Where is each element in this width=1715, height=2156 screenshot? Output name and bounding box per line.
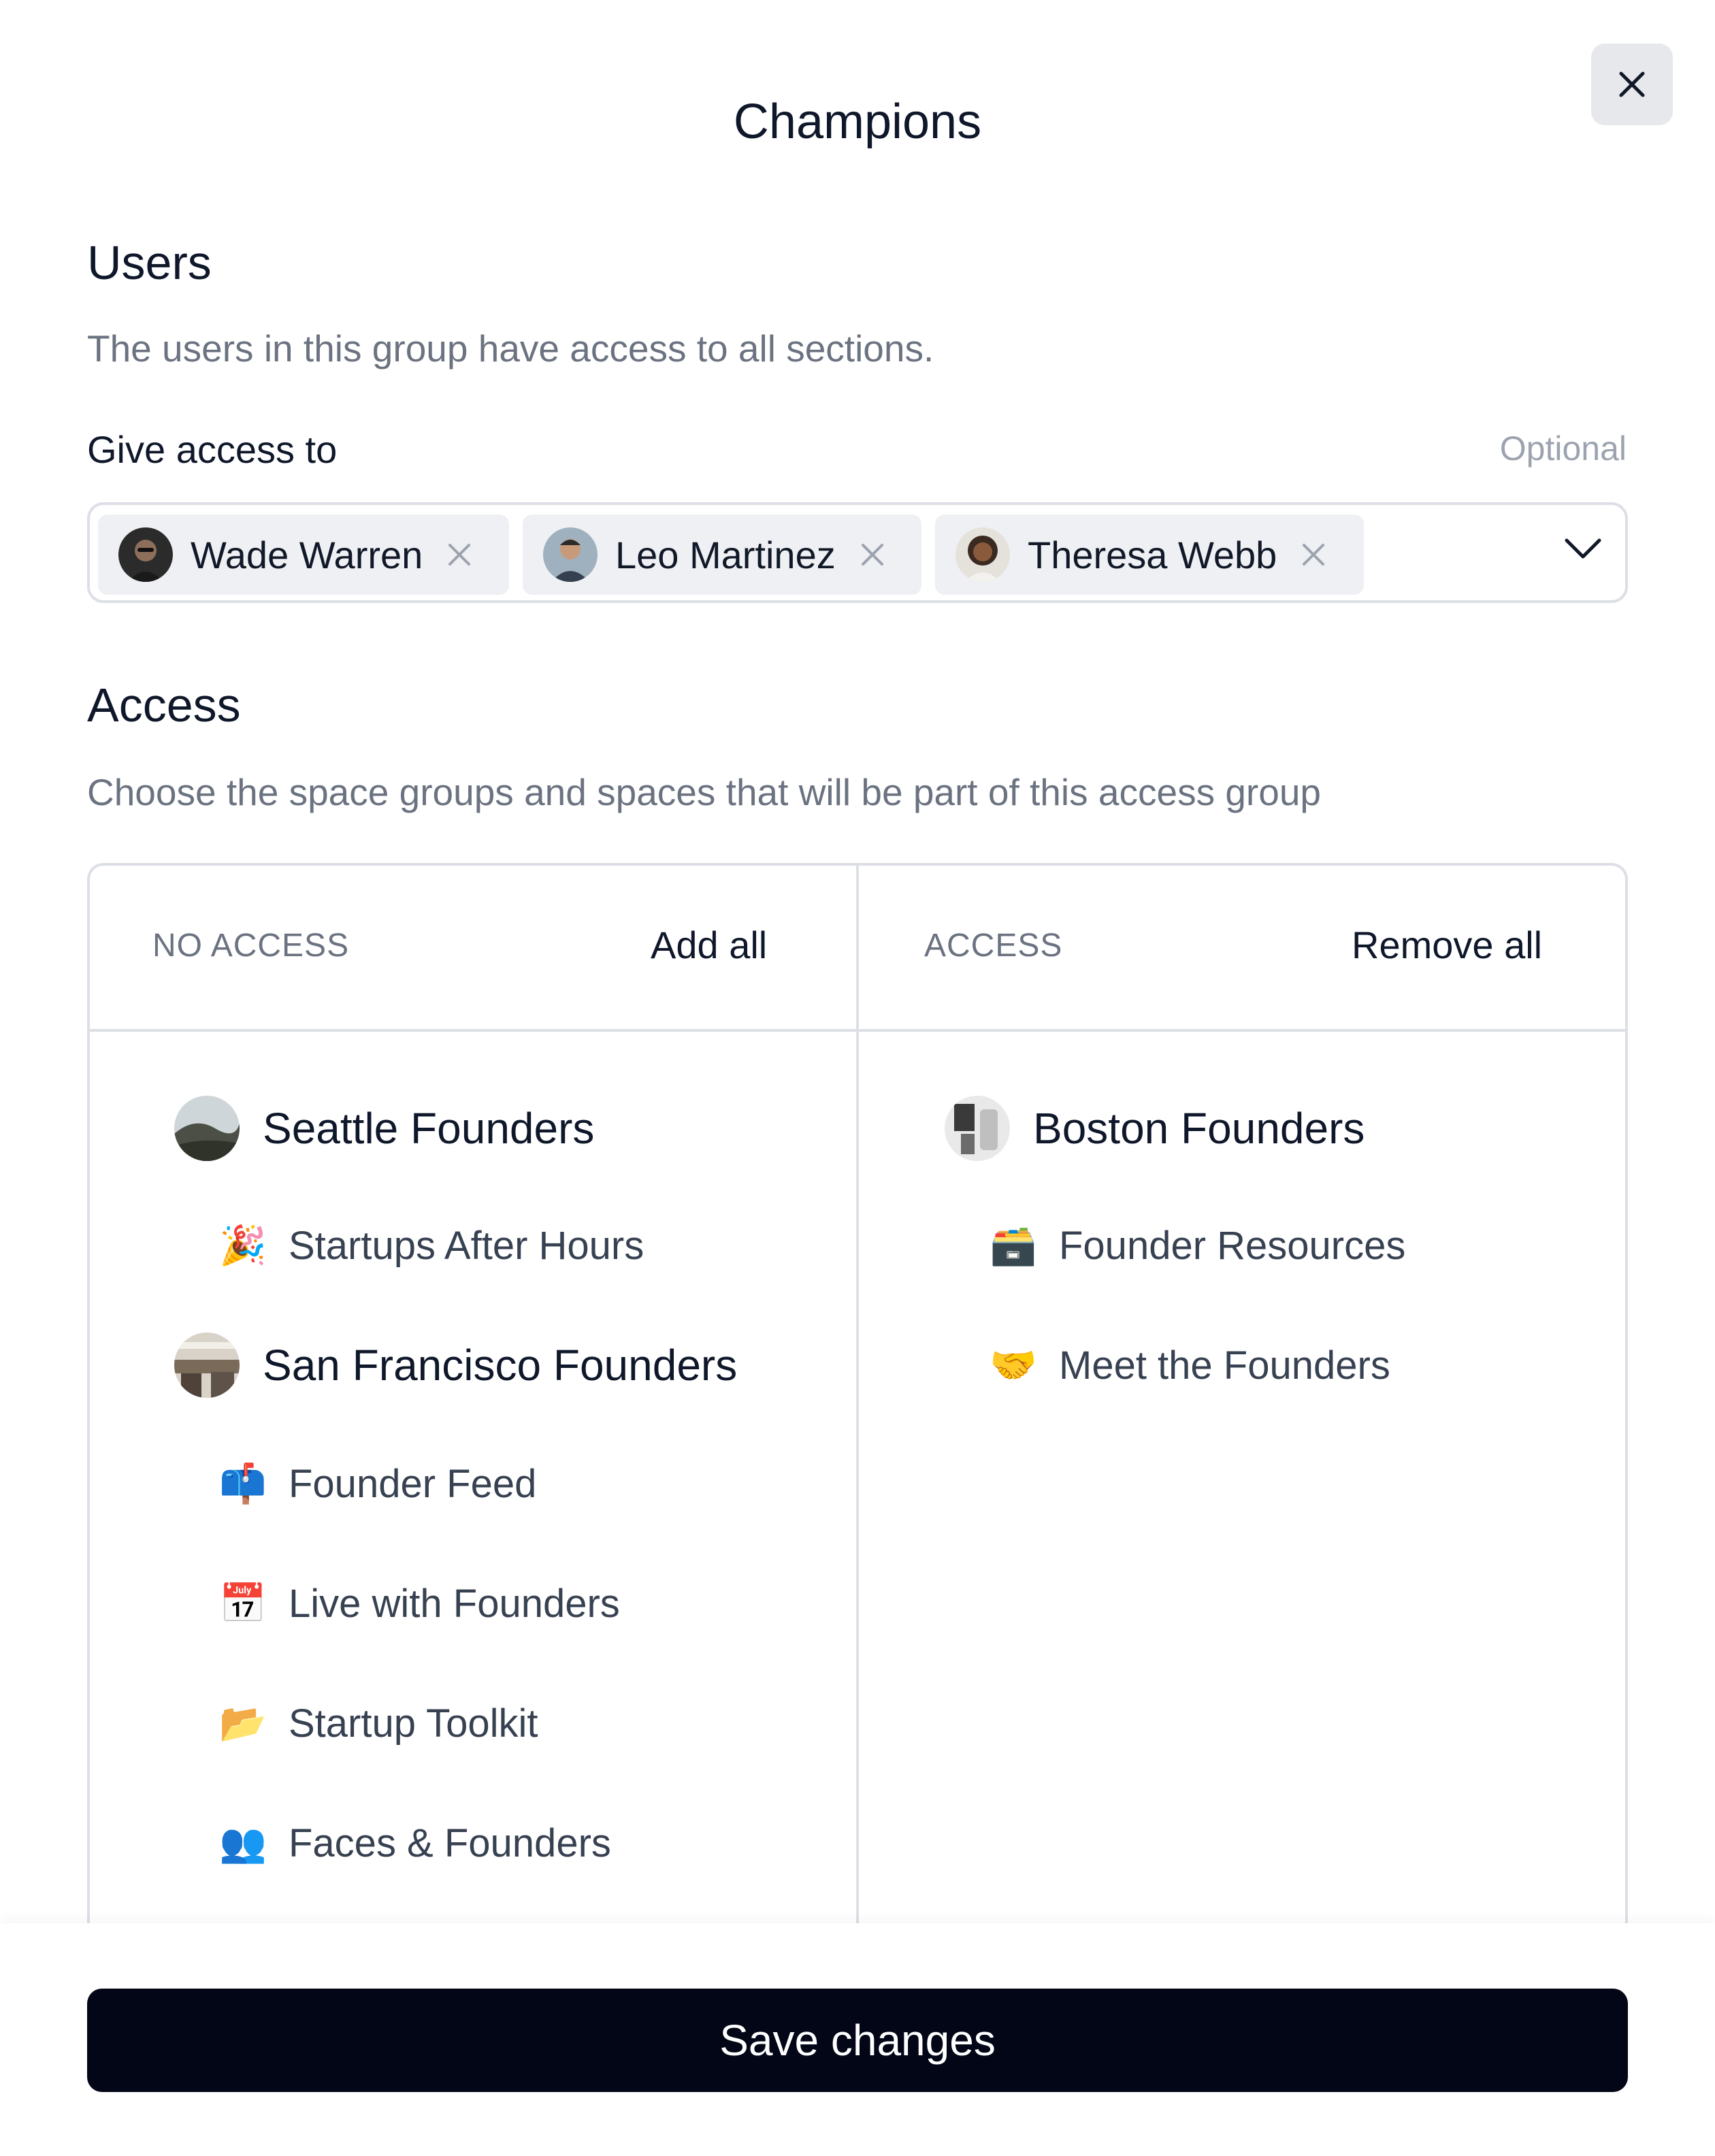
no-access-header: NO ACCESS bbox=[152, 928, 350, 964]
user-chip-name: Theresa Webb bbox=[1028, 533, 1277, 576]
space-group-san-francisco-founders[interactable]: San Francisco Founders bbox=[174, 1333, 737, 1398]
user-chip-wade-warren: Wade Warren bbox=[98, 514, 509, 595]
access-transfer-panel: NO ACCESS Add all Seattle Founders 🎉 Sta… bbox=[87, 863, 1628, 1938]
close-icon bbox=[861, 544, 883, 566]
access-description: Choose the space groups and spaces that … bbox=[87, 771, 1322, 813]
space-label: Founder Feed bbox=[289, 1461, 537, 1506]
remove-user-button[interactable] bbox=[859, 541, 886, 568]
mailbox-icon: 📫 bbox=[219, 1462, 267, 1505]
space-label: Founder Resources bbox=[1059, 1223, 1406, 1268]
space-item-founder-feed[interactable]: 📫 Founder Feed bbox=[219, 1460, 536, 1507]
user-chip-name: Leo Martinez bbox=[615, 533, 836, 576]
user-chip-theresa-webb: Theresa Webb bbox=[935, 514, 1364, 595]
access-heading: Access bbox=[87, 679, 241, 732]
access-header: ACCESS bbox=[924, 928, 1063, 964]
close-icon bbox=[448, 544, 471, 566]
space-item-founder-resources[interactable]: 🗃️ Founder Resources bbox=[990, 1222, 1405, 1269]
space-label: Startup Toolkit bbox=[289, 1701, 538, 1746]
space-group-seattle-founders[interactable]: Seattle Founders bbox=[174, 1096, 594, 1161]
people-icon: 👥 bbox=[219, 1821, 267, 1864]
header-divider bbox=[90, 1029, 1625, 1032]
chevron-down-icon[interactable] bbox=[1564, 536, 1602, 564]
avatar bbox=[118, 527, 173, 582]
user-chip-name: Wade Warren bbox=[191, 533, 423, 576]
optional-label: Optional bbox=[1499, 429, 1627, 468]
column-divider bbox=[856, 866, 859, 1938]
modal-title: Champions bbox=[733, 95, 982, 149]
group-avatar bbox=[174, 1096, 240, 1161]
users-multiselect[interactable]: Wade Warren Leo Martinez Theresa Webb bbox=[87, 502, 1628, 603]
save-changes-button[interactable]: Save changes bbox=[87, 1989, 1628, 2092]
space-item-faces-and-founders[interactable]: 👥 Faces & Founders bbox=[219, 1820, 611, 1866]
space-item-meet-the-founders[interactable]: 🤝 Meet the Founders bbox=[990, 1342, 1390, 1388]
card-file-box-icon: 🗃️ bbox=[990, 1224, 1037, 1267]
folder-icon: 📂 bbox=[219, 1701, 267, 1744]
add-all-button[interactable]: Add all bbox=[651, 923, 767, 967]
remove-all-button[interactable]: Remove all bbox=[1352, 923, 1542, 967]
group-label: Boston Founders bbox=[1033, 1104, 1365, 1153]
user-chip-leo-martinez: Leo Martinez bbox=[523, 514, 921, 595]
space-item-startup-toolkit[interactable]: 📂 Startup Toolkit bbox=[219, 1700, 538, 1746]
group-avatar bbox=[945, 1096, 1010, 1161]
space-label: Live with Founders bbox=[289, 1581, 620, 1626]
space-label: Faces & Founders bbox=[289, 1820, 611, 1865]
remove-user-button[interactable] bbox=[1300, 541, 1327, 568]
space-label: Startups After Hours bbox=[289, 1223, 644, 1268]
party-popper-icon: 🎉 bbox=[219, 1224, 267, 1267]
avatar bbox=[543, 527, 598, 582]
calendar-icon: 📅 bbox=[219, 1582, 267, 1624]
space-group-boston-founders[interactable]: Boston Founders bbox=[945, 1096, 1365, 1161]
group-label: San Francisco Founders bbox=[263, 1341, 738, 1390]
group-avatar bbox=[174, 1333, 240, 1398]
give-access-label: Give access to bbox=[87, 428, 338, 471]
space-item-live-with-founders[interactable]: 📅 Live with Founders bbox=[219, 1580, 620, 1627]
remove-user-button[interactable] bbox=[446, 541, 473, 568]
close-icon bbox=[1303, 544, 1325, 566]
users-description: The users in this group have access to a… bbox=[87, 327, 934, 370]
group-label: Seattle Founders bbox=[263, 1104, 595, 1153]
users-heading: Users bbox=[87, 236, 212, 289]
avatar bbox=[956, 527, 1010, 582]
handshake-icon: 🤝 bbox=[990, 1343, 1037, 1386]
space-item-startups-after-hours[interactable]: 🎉 Startups After Hours bbox=[219, 1222, 644, 1269]
space-label: Meet the Founders bbox=[1059, 1343, 1390, 1388]
